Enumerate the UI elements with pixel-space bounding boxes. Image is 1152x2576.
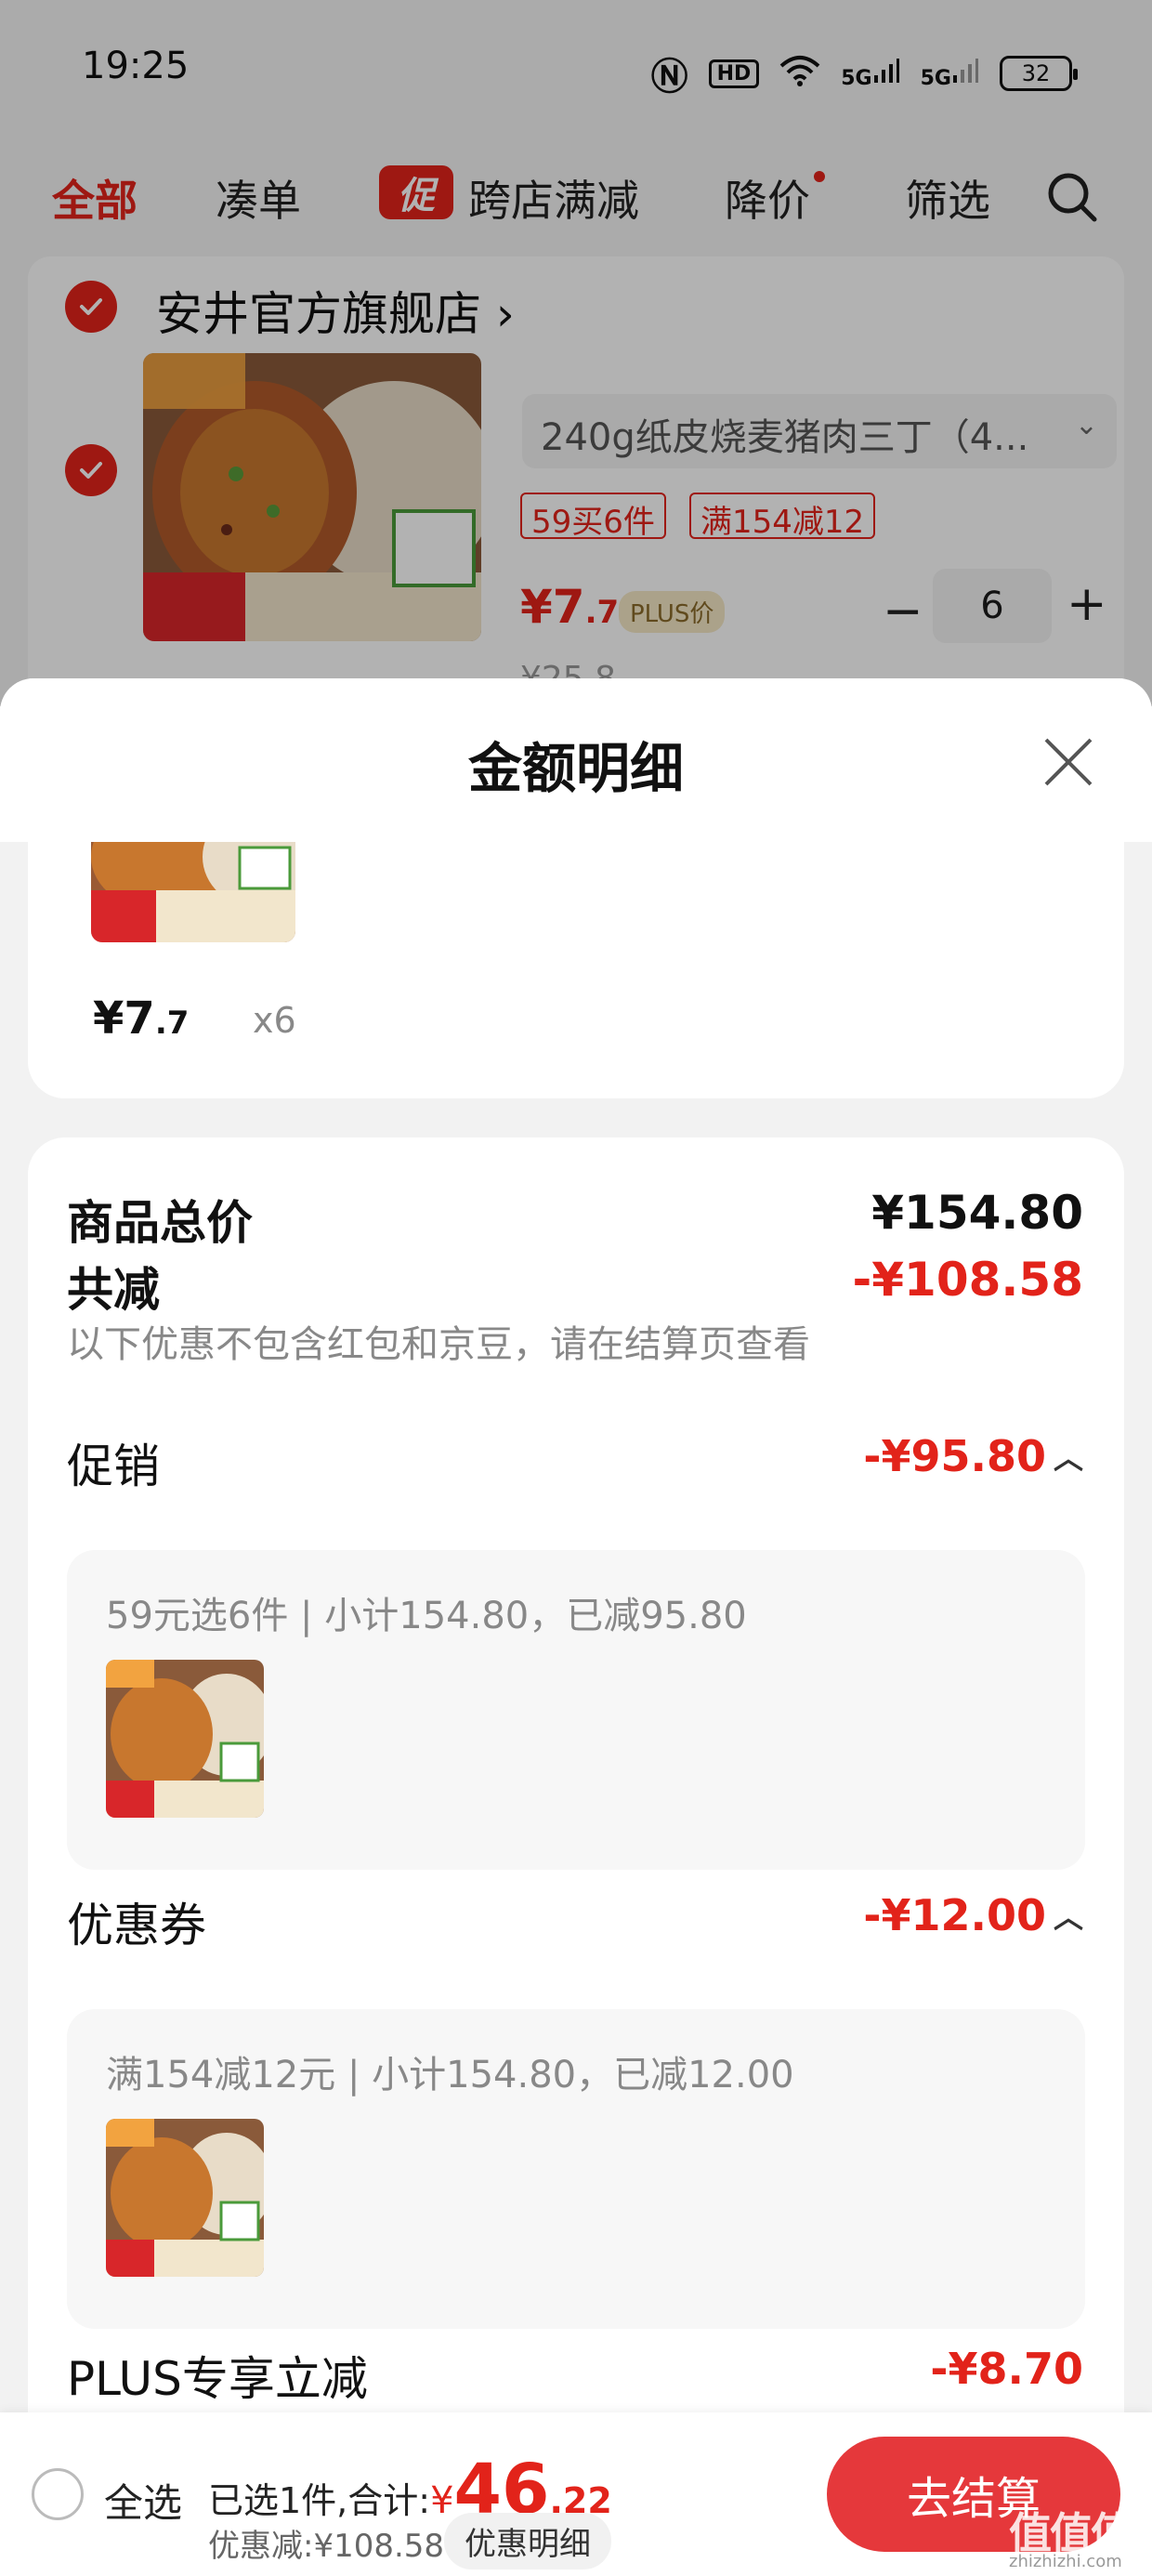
coupon-detail-card: 满154减12元 | 小计154.80，已减12.00 [67, 2009, 1085, 2329]
select-all-label[interactable]: 全选 [104, 2472, 182, 2529]
promotion-toggle[interactable]: -¥95.80 ︿ [863, 1431, 1083, 1481]
goods-price-int: 7 [124, 992, 155, 1045]
dim-overlay[interactable] [0, 0, 1152, 706]
goods-thumbnail [91, 842, 295, 942]
amount-detail-sheet: 金额明细 ¥7.7 x6 商品总价 ¥154.80 共减 -¥108.58 以下… [0, 678, 1152, 2576]
promotion-detail-card: 59元选6件 | 小计154.80，已减95.80 [67, 1550, 1085, 1870]
sheet-header: 金额明细 [0, 678, 1152, 842]
close-icon[interactable] [1039, 732, 1098, 792]
total-yen-symbol: ¥ [430, 2479, 454, 2522]
plus-discount-label: PLUS专享立减 [67, 2352, 368, 2406]
goods-price-symbol: ¥ [93, 992, 124, 1045]
promotion-product-thumbnail [106, 1660, 264, 1818]
coupon-product-thumbnail [106, 2119, 264, 2277]
goods-summary-card: ¥7.7 x6 [28, 842, 1124, 1098]
goods-price: ¥7.7 [93, 992, 189, 1045]
price-breakdown-card: 商品总价 ¥154.80 共减 -¥108.58 以下优惠不包含红包和京豆，请在… [28, 1137, 1124, 2576]
discount-summary: 优惠减:¥108.58 [208, 2528, 445, 2565]
total-reduction-label: 共减 [67, 1263, 160, 1317]
coupon-toggle[interactable]: -¥12.00 ︿ [863, 1890, 1083, 1940]
plus-discount-value: -¥8.70 [930, 2344, 1083, 2394]
selected-prefix: 已选1件,合计: [208, 2480, 431, 2521]
total-price-value: ¥154.80 [871, 1186, 1083, 1240]
sheet-title: 金额明细 [467, 737, 684, 800]
total-price-label: 商品总价 [67, 1196, 253, 1250]
promotion-desc: 59元选6件 | 小计154.80，已减95.80 [106, 1595, 747, 1637]
watermark-site: zhizhizhi.com [1009, 2552, 1122, 2571]
total-reduction-value: -¥108.58 [852, 1253, 1084, 1307]
checkout-bar: 全选 已选1件,合计:¥46.22 优惠减:¥108.58 优惠明细 去结算 [0, 2412, 1152, 2576]
chevron-up-icon: ︿ [1053, 1439, 1083, 1476]
coupon-desc: 满154减12元 | 小计154.80，已减12.00 [106, 2054, 794, 2096]
watermark-text: 值值值 [1009, 2508, 1133, 2558]
promotion-label: 促销 [67, 1439, 160, 1493]
select-all-checkbox[interactable] [32, 2468, 84, 2520]
discount-detail-button[interactable]: 优惠明细 [444, 2513, 611, 2569]
goods-price-dec: .7 [154, 1005, 190, 1042]
chevron-up-icon: ︿ [1053, 1899, 1083, 1935]
promotion-value: -¥95.80 [863, 1431, 1046, 1481]
watermark-logo: 值值值 zhizhizhi.com [1009, 2500, 1133, 2571]
coupon-value: -¥12.00 [863, 1890, 1046, 1940]
coupon-label: 优惠券 [67, 1899, 206, 1952]
reduction-note: 以下优惠不包含红包和京豆，请在结算页查看 [67, 1323, 810, 1366]
goods-quantity: x6 [253, 1000, 296, 1041]
